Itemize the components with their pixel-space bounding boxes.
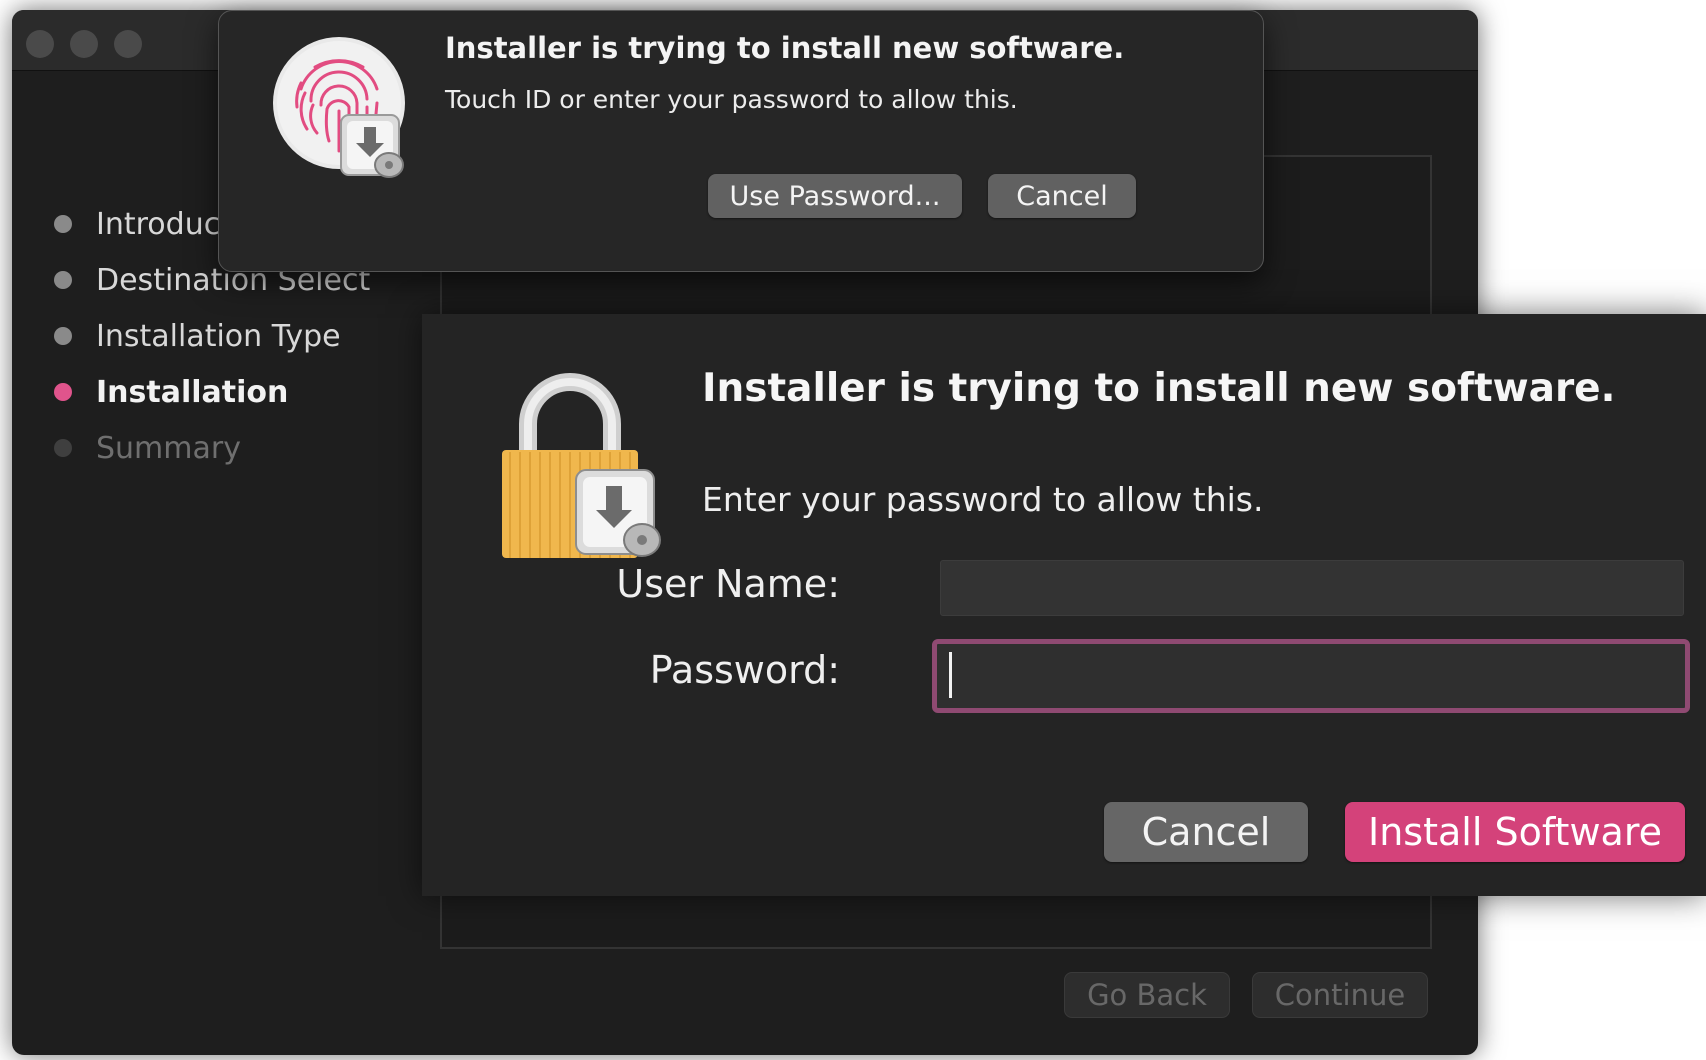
step-dot-icon xyxy=(54,327,72,345)
password-field[interactable] xyxy=(932,639,1690,713)
step-installation: Installation xyxy=(54,372,288,412)
touchid-dialog-title: Installer is trying to install new softw… xyxy=(445,31,1125,65)
step-label: Installation xyxy=(96,374,289,410)
continue-button[interactable]: Continue xyxy=(1252,972,1428,1018)
use-password-button[interactable]: Use Password... xyxy=(708,174,962,218)
touchid-auth-dialog: Installer is trying to install new softw… xyxy=(218,10,1264,272)
password-dialog-message: Enter your password to allow this. xyxy=(702,480,1264,519)
touchid-cancel-button[interactable]: Cancel xyxy=(988,174,1136,218)
step-dot-icon xyxy=(54,215,72,233)
close-window-button[interactable] xyxy=(26,30,54,58)
step-dot-icon xyxy=(54,383,72,401)
go-back-button[interactable]: Go Back xyxy=(1064,972,1230,1018)
touch-id-fingerprint-icon xyxy=(271,33,413,183)
step-dot-icon xyxy=(54,439,72,457)
step-label: Summary xyxy=(96,430,241,466)
password-dialog-title: Installer is trying to install new softw… xyxy=(702,366,1616,411)
password-auth-dialog: Installer is trying to install new softw… xyxy=(422,314,1706,896)
zoom-window-button[interactable] xyxy=(114,30,142,58)
step-label: Introduc xyxy=(96,206,221,242)
username-field[interactable] xyxy=(940,560,1684,616)
step-installation-type: Installation Type xyxy=(54,316,341,356)
minimize-window-button[interactable] xyxy=(70,30,98,58)
text-cursor xyxy=(949,652,952,698)
lock-icon xyxy=(500,372,664,562)
install-software-button[interactable]: Install Software xyxy=(1345,802,1685,862)
step-summary: Summary xyxy=(54,428,241,468)
touchid-dialog-message: Touch ID or enter your password to allow… xyxy=(445,85,1018,114)
step-introduction: Introduc xyxy=(54,204,220,244)
password-label: Password: xyxy=(649,648,840,692)
step-dot-icon xyxy=(54,271,72,289)
step-label: Installation Type xyxy=(96,318,341,354)
username-label: User Name: xyxy=(616,562,840,606)
password-cancel-button[interactable]: Cancel xyxy=(1104,802,1308,862)
